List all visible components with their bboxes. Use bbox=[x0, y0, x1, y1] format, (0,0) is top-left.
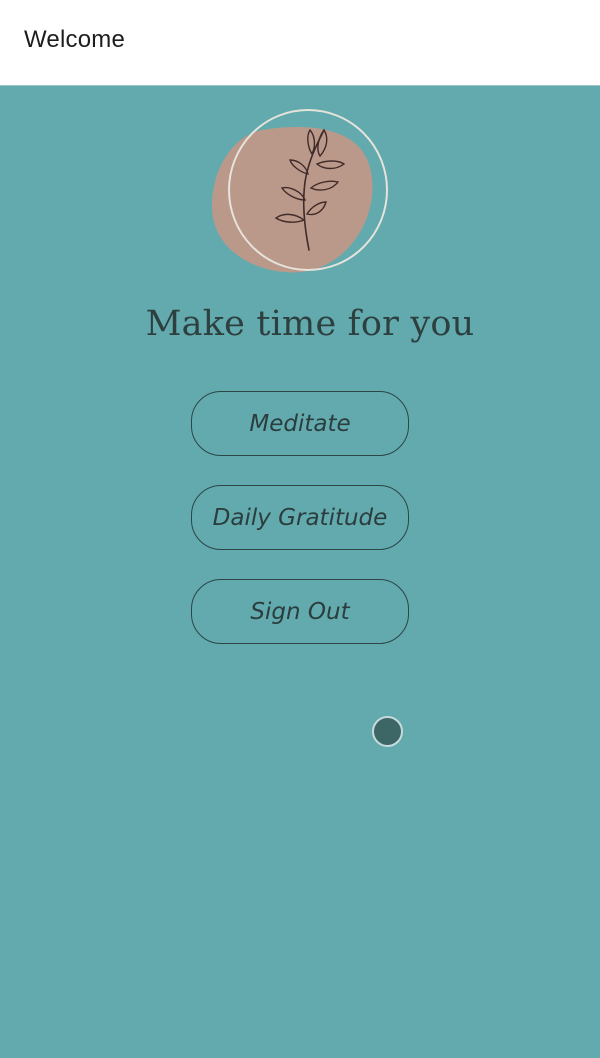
daily-gratitude-button[interactable]: Daily Gratitude bbox=[191, 485, 409, 550]
daily-gratitude-button-label: Daily Gratitude bbox=[212, 504, 388, 531]
cursor-indicator bbox=[372, 716, 403, 747]
sign-out-button[interactable]: Sign Out bbox=[191, 579, 409, 644]
tagline: Make time for you bbox=[145, 304, 475, 344]
sign-out-button-label: Sign Out bbox=[250, 598, 350, 625]
welcome-screen: Welcome Make time for you Meditate Daily… bbox=[0, 0, 600, 1058]
meditate-button[interactable]: Meditate bbox=[191, 391, 409, 456]
meditate-button-label: Meditate bbox=[249, 410, 351, 437]
page-title: Welcome bbox=[24, 26, 125, 53]
logo bbox=[212, 109, 388, 273]
top-bar: Welcome bbox=[0, 0, 600, 86]
leafy-sprig-icon bbox=[212, 109, 388, 273]
